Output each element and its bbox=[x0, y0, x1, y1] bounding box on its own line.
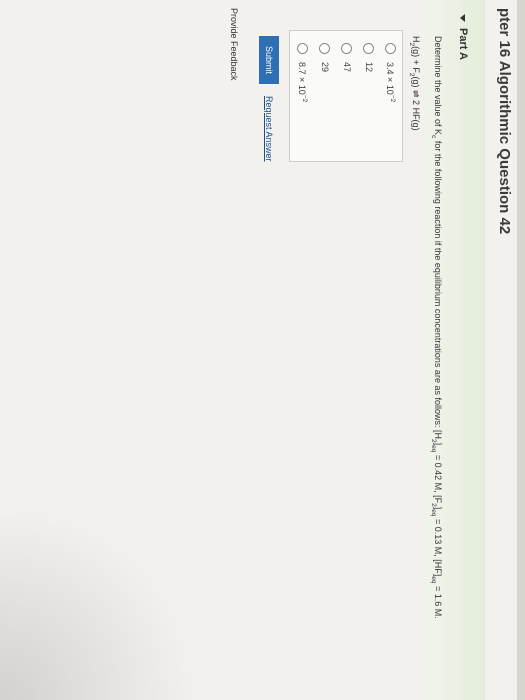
answer-label: 8.7 × 10−2 bbox=[297, 62, 309, 103]
page-title: pter 16 Algorithmic Question 42 bbox=[496, 8, 513, 235]
answer-label: 29 bbox=[320, 62, 330, 73]
provide-feedback-link[interactable]: Provide Feedback bbox=[229, 8, 239, 81]
caret-down-icon bbox=[460, 14, 466, 22]
question-page: pter 16 Algorithmic Question 42 Part A D… bbox=[0, 0, 525, 700]
top-edge-band bbox=[517, 0, 525, 700]
answer-label: 47 bbox=[342, 62, 352, 73]
answer-choices: 3.4 × 10−2 12 47 29 8.7 × 10−2 bbox=[289, 30, 403, 162]
answer-option-3[interactable]: 47 bbox=[336, 31, 358, 161]
answer-option-1[interactable]: 3.4 × 10−2 bbox=[380, 31, 402, 161]
answer-label: 12 bbox=[364, 62, 374, 73]
request-answer-link[interactable]: Request Answer bbox=[264, 96, 274, 162]
part-label: Part A bbox=[457, 28, 469, 60]
answer-option-4[interactable]: 29 bbox=[314, 31, 336, 161]
reaction-equation: H2(g) + F2(g) ⇌ 2 HF(g) bbox=[408, 36, 421, 131]
submit-button[interactable]: Submit bbox=[259, 36, 279, 84]
photo-shadow bbox=[0, 500, 195, 700]
question-text: Determine the value of Kc for the follow… bbox=[430, 36, 443, 619]
radio-button[interactable] bbox=[385, 43, 397, 54]
radio-button[interactable] bbox=[363, 43, 375, 54]
answer-option-2[interactable]: 12 bbox=[358, 31, 380, 161]
answer-label: 3.4 × 10−2 bbox=[385, 62, 397, 103]
radio-button[interactable] bbox=[341, 43, 353, 54]
part-a-toggle[interactable]: Part A bbox=[457, 14, 469, 60]
radio-button[interactable] bbox=[319, 43, 331, 54]
answer-option-5[interactable]: 8.7 × 10−2 bbox=[292, 31, 314, 161]
radio-button[interactable] bbox=[297, 43, 309, 54]
